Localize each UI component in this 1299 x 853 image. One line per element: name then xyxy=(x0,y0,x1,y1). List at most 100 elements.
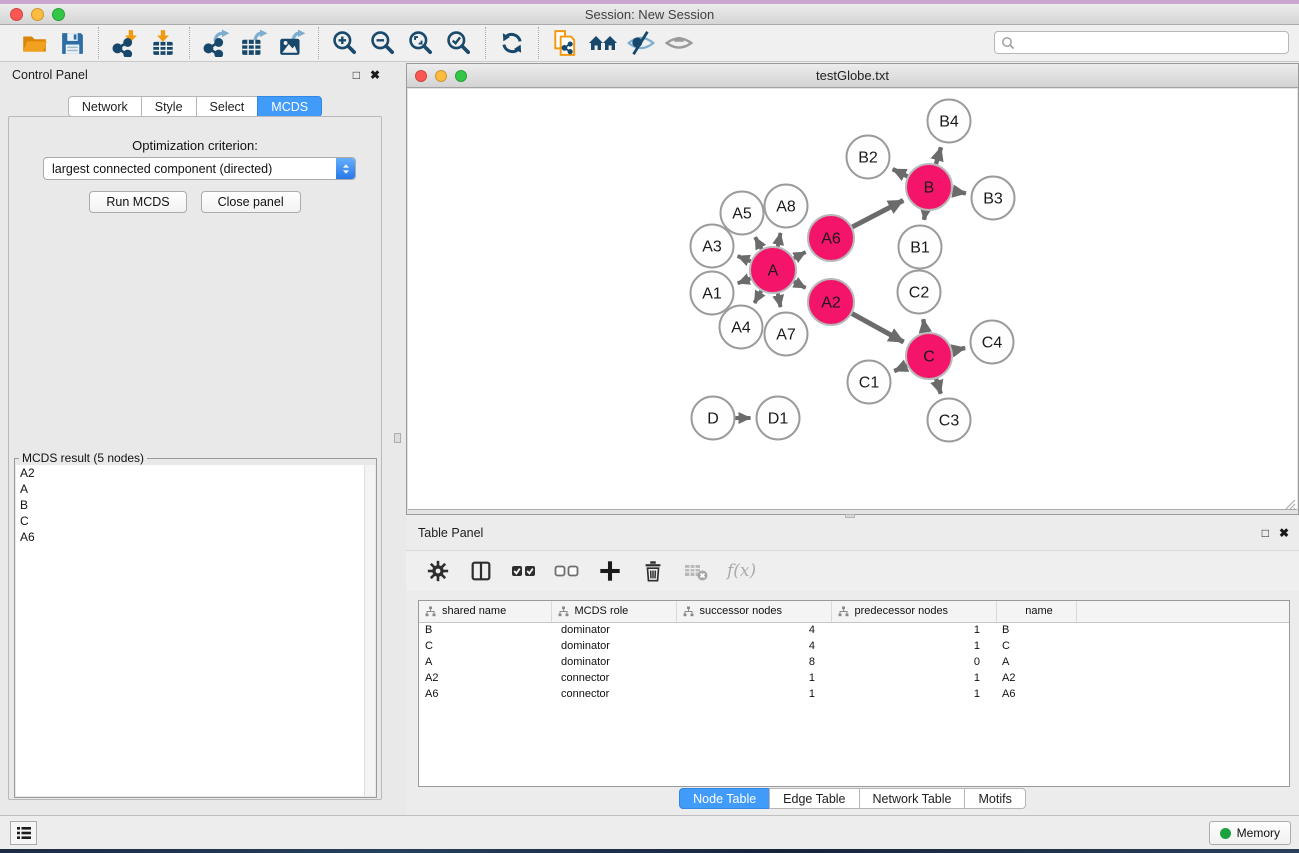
table-cell[interactable]: A2 xyxy=(419,670,551,686)
close-panel-button[interactable]: Close panel xyxy=(201,191,301,213)
import-network-button[interactable] xyxy=(109,27,141,59)
table-row[interactable]: A2connector11A2 xyxy=(419,670,1289,686)
table-cell[interactable]: C xyxy=(419,638,551,654)
float-panel-icon[interactable]: □ xyxy=(353,68,360,82)
table-row[interactable]: Adominator80A xyxy=(419,654,1289,670)
tab-network[interactable]: Network xyxy=(68,96,142,117)
export-image-button[interactable] xyxy=(276,27,308,59)
col-name[interactable]: name xyxy=(996,601,1076,622)
home-layout-button[interactable] xyxy=(587,27,619,59)
table-settings-button[interactable] xyxy=(424,557,452,585)
table-cell[interactable]: dominator xyxy=(551,622,676,638)
criterion-dropdown[interactable]: largest connected component (directed) xyxy=(43,157,356,180)
table-cell[interactable]: connector xyxy=(551,686,676,702)
graph-edge-A-A3[interactable] xyxy=(738,256,751,261)
mcds-result-item[interactable]: B xyxy=(16,497,375,513)
delete-column-button[interactable] xyxy=(639,557,667,585)
splitter-grip[interactable] xyxy=(394,433,401,443)
table-cell[interactable]: 8 xyxy=(676,654,831,670)
table-cell[interactable]: 1 xyxy=(676,686,831,702)
zoom-selected-button[interactable] xyxy=(443,27,475,59)
table-cell[interactable]: A xyxy=(419,654,551,670)
window-resize-grip[interactable] xyxy=(1282,496,1296,510)
tab-style[interactable]: Style xyxy=(141,96,197,117)
table-cell[interactable] xyxy=(1076,654,1289,670)
table-cell[interactable]: A2 xyxy=(996,670,1076,686)
save-session-button[interactable] xyxy=(56,27,88,59)
mcds-result-item[interactable]: A xyxy=(16,481,375,497)
search-input[interactable] xyxy=(1015,32,1288,53)
select-all-rows-button[interactable] xyxy=(510,557,538,585)
graph-edge-C-C3[interactable] xyxy=(936,379,941,394)
graph-edge-A-A7[interactable] xyxy=(778,294,781,308)
table-cell[interactable]: connector xyxy=(551,670,676,686)
col-shared-name[interactable]: shared name xyxy=(419,601,551,622)
table-cell[interactable]: C xyxy=(996,638,1076,654)
run-mcds-button[interactable]: Run MCDS xyxy=(89,191,186,213)
duplicate-network-button[interactable] xyxy=(549,27,581,59)
table-cell[interactable]: 1 xyxy=(676,670,831,686)
zoom-out-button[interactable] xyxy=(367,27,399,59)
table-row[interactable]: Cdominator41C xyxy=(419,638,1289,654)
col-predecessor-nodes[interactable]: predecessor nodes xyxy=(831,601,996,622)
table-cell[interactable]: dominator xyxy=(551,638,676,654)
table-cell[interactable]: A xyxy=(996,654,1076,670)
float-table-panel-icon[interactable]: □ xyxy=(1262,526,1269,540)
graph-edge-A-A6[interactable] xyxy=(794,252,806,258)
mcds-result-item[interactable]: C xyxy=(16,513,375,529)
graph-edge-A-A4[interactable] xyxy=(754,291,761,303)
table-cell[interactable]: 0 xyxy=(831,654,996,670)
export-network-button[interactable] xyxy=(200,27,232,59)
table-cell[interactable]: 1 xyxy=(831,670,996,686)
network-window-titlebar[interactable]: testGlobe.txt xyxy=(407,64,1298,88)
mcds-result-item[interactable]: A6 xyxy=(16,529,375,545)
graph-edge-A-A5[interactable] xyxy=(755,237,761,249)
table-cell[interactable]: 1 xyxy=(831,686,996,702)
toggle-columns-button[interactable] xyxy=(467,557,495,585)
tab-mcds[interactable]: MCDS xyxy=(257,96,322,117)
table-cell[interactable]: B xyxy=(419,622,551,638)
hide-graphics-button[interactable] xyxy=(625,27,657,59)
table-cell[interactable]: 4 xyxy=(676,622,831,638)
horizontal-splitter-grip[interactable] xyxy=(845,514,855,518)
refresh-view-button[interactable] xyxy=(496,27,528,59)
table-cell[interactable] xyxy=(1076,622,1289,638)
deselect-all-rows-button[interactable] xyxy=(553,557,581,585)
close-panel-icon[interactable]: ✖ xyxy=(370,68,380,82)
search-box[interactable] xyxy=(994,31,1289,54)
export-table-button[interactable] xyxy=(238,27,270,59)
table-cell[interactable]: A6 xyxy=(996,686,1076,702)
close-table-panel-icon[interactable]: ✖ xyxy=(1279,526,1289,540)
import-table-button[interactable] xyxy=(147,27,179,59)
table-row[interactable]: Bdominator41B xyxy=(419,622,1289,638)
graph-edge-C-C4[interactable] xyxy=(952,348,965,351)
graph-edge-A6-B[interactable] xyxy=(852,200,903,227)
table-cell[interactable] xyxy=(1076,670,1289,686)
tab-select[interactable]: Select xyxy=(196,96,259,117)
graph-edge-B-B2[interactable] xyxy=(893,169,908,176)
table-row[interactable]: A6connector11A6 xyxy=(419,686,1289,702)
table-cell[interactable]: 1 xyxy=(831,622,996,638)
create-column-button[interactable] xyxy=(596,557,624,585)
graph-edge-A-A1[interactable] xyxy=(738,278,751,283)
graph-edge-C-C2[interactable] xyxy=(923,319,925,332)
graph-edge-A-A8[interactable] xyxy=(778,233,781,247)
table-cell[interactable]: 4 xyxy=(676,638,831,654)
col-successor-nodes[interactable]: successor nodes xyxy=(676,601,831,622)
tab-node-table[interactable]: Node Table xyxy=(679,788,770,809)
table-cell[interactable]: dominator xyxy=(551,654,676,670)
graph-edge-A-A2[interactable] xyxy=(794,282,806,288)
tab-network-table[interactable]: Network Table xyxy=(859,788,966,809)
tab-edge-table[interactable]: Edge Table xyxy=(769,788,859,809)
show-log-button[interactable] xyxy=(10,821,37,845)
zoom-in-button[interactable] xyxy=(329,27,361,59)
network-canvas[interactable]: A5A8A3A1A4A7AA6A2BB2B4B3B1C2CC4C1C3DD1 xyxy=(408,89,1297,510)
tab-motifs[interactable]: Motifs xyxy=(964,788,1025,809)
mcds-result-item[interactable]: A2 xyxy=(16,465,375,481)
table-cell[interactable]: B xyxy=(996,622,1076,638)
graph-edge-B-B1[interactable] xyxy=(924,211,925,220)
table-cell[interactable] xyxy=(1076,638,1289,654)
graph-edge-B-B4[interactable] xyxy=(936,147,941,164)
zoom-fit-button[interactable] xyxy=(405,27,437,59)
result-list-scrollbar[interactable] xyxy=(364,465,375,796)
